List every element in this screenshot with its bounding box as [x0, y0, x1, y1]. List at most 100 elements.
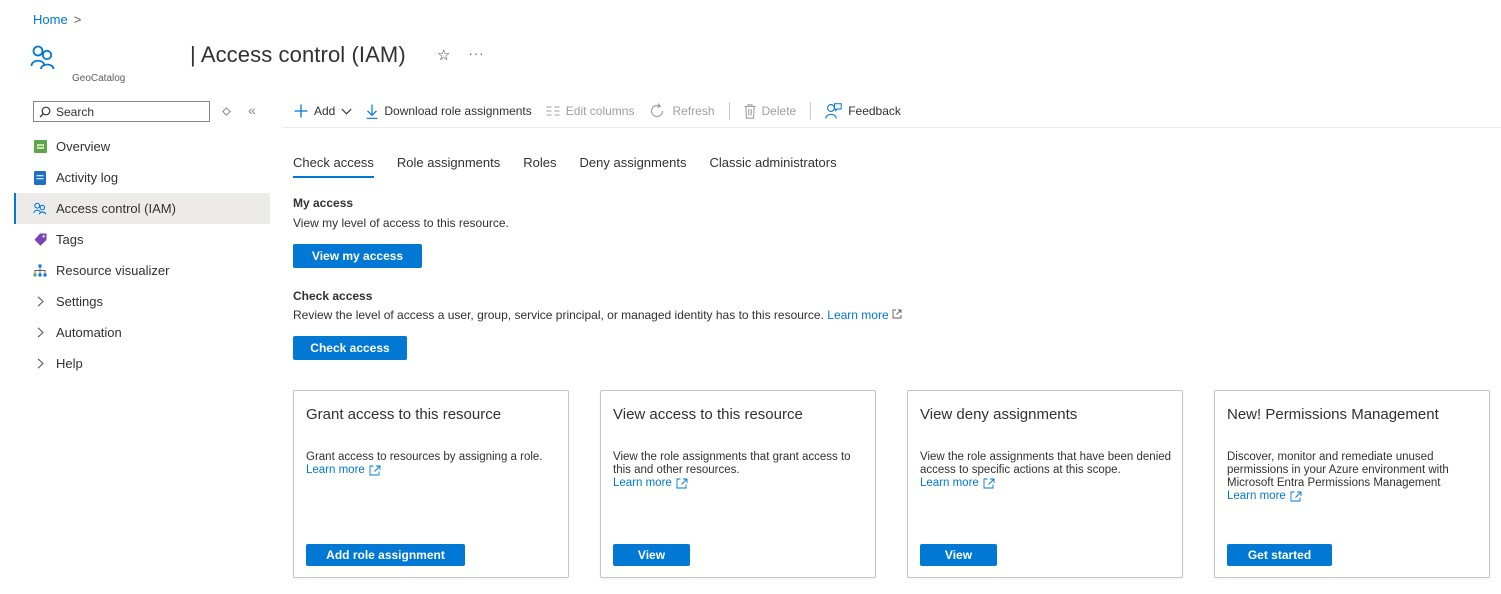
view-deny-assignments-button[interactable]: View: [920, 544, 997, 566]
edit-columns-icon: [546, 106, 560, 116]
tab-roles[interactable]: Roles: [523, 155, 556, 178]
sidebar-item-resource-visualizer[interactable]: Resource visualizer: [14, 255, 270, 286]
toolbar-separator: [810, 102, 812, 120]
sidebar-search-box[interactable]: [33, 101, 210, 122]
sidebar-item-label: Activity log: [56, 170, 119, 185]
card-title: View deny assignments: [920, 406, 1078, 423]
breadcrumb-home-link[interactable]: Home: [33, 12, 68, 27]
search-icon: [39, 106, 51, 117]
external-link-icon: [676, 478, 688, 489]
view-deny-assignments-card: View deny assignments View the role assi…: [907, 390, 1183, 578]
plus-icon: [294, 104, 308, 118]
sidebar-item-label: Help: [56, 356, 83, 371]
command-toolbar: Add Download role assignments Edit colum…: [294, 100, 915, 122]
resource-type-label: GeoCatalog: [72, 73, 126, 84]
sidebar-item-help[interactable]: Help: [14, 348, 270, 379]
sidebar-item-label: Settings: [56, 294, 103, 309]
tab-role-assignments[interactable]: Role assignments: [397, 155, 500, 178]
check-access-description-text: Review the level of access a user, group…: [293, 308, 824, 322]
card-description: View the role assignments that have been…: [920, 451, 1172, 476]
sidebar-item-label: Access control (IAM): [56, 201, 176, 216]
sidebar-item-automation[interactable]: Automation: [14, 317, 270, 348]
feedback-label: Feedback: [848, 104, 901, 118]
sidebar-nav: Overview Activity log Access control (IA…: [14, 131, 270, 379]
edit-columns-button[interactable]: Edit columns: [546, 104, 635, 118]
chevron-down-icon: [341, 108, 352, 115]
check-access-learn-more-link[interactable]: Learn more: [827, 308, 888, 322]
sidebar-item-overview[interactable]: Overview: [14, 131, 270, 162]
delete-button[interactable]: Delete: [744, 103, 796, 119]
card-learn-more-link[interactable]: Learn more: [306, 464, 381, 477]
feedback-icon: [825, 102, 842, 119]
sidebar-item-activity-log[interactable]: Activity log: [14, 162, 270, 193]
my-access-description: View my level of access to this resource…: [293, 216, 509, 230]
check-access-description: Review the level of access a user, group…: [293, 308, 902, 322]
toolbar-divider: [282, 127, 1501, 128]
feedback-button[interactable]: Feedback: [825, 102, 901, 120]
refresh-icon: [651, 103, 664, 118]
card-description: Discover, monitor and remediate unused p…: [1227, 451, 1449, 489]
download-role-assignments-button[interactable]: Download role assignments: [366, 104, 532, 119]
grant-access-card: Grant access to this resource Grant acce…: [293, 390, 569, 578]
breadcrumb-separator: >: [73, 12, 82, 27]
view-my-access-button[interactable]: View my access: [293, 244, 422, 268]
tag-icon: [33, 233, 47, 247]
sidebar-item-label: Tags: [56, 232, 84, 247]
refresh-label: Refresh: [672, 104, 715, 118]
view-access-button[interactable]: View: [613, 544, 690, 566]
external-link-icon: [892, 309, 902, 319]
iam-tabs: Check access Role assignments Roles Deny…: [293, 155, 837, 178]
collapse-sidebar-icon[interactable]: «: [248, 102, 256, 118]
overview-icon: [33, 140, 47, 154]
check-access-button[interactable]: Check access: [293, 336, 407, 360]
title-actions: ☆ ···: [437, 46, 484, 64]
get-started-button[interactable]: Get started: [1227, 544, 1332, 566]
sidebar-item-label: Overview: [56, 139, 111, 154]
card-learn-more-link[interactable]: Learn more: [613, 477, 688, 490]
toolbar-separator: [728, 102, 730, 120]
breadcrumb: Home >: [33, 12, 81, 27]
sidebar-item-label: Automation: [56, 325, 122, 340]
trash-icon: [744, 103, 756, 119]
my-access-heading: My access: [293, 196, 354, 210]
card-learn-more-link[interactable]: Learn more: [1227, 490, 1302, 503]
favorite-star-icon[interactable]: ☆: [437, 46, 450, 64]
chevron-right-icon: [33, 296, 47, 307]
chevron-right-icon: [33, 327, 47, 338]
card-learn-more-link[interactable]: Learn more: [920, 477, 995, 490]
sidebar-item-label: Resource visualizer: [56, 263, 170, 278]
card-description: View the role assignments that grant acc…: [613, 451, 851, 476]
tab-classic-administrators[interactable]: Classic administrators: [709, 155, 836, 178]
sidebar-search-input[interactable]: [56, 104, 196, 119]
download-icon: [366, 104, 378, 119]
sidebar-item-access-control[interactable]: Access control (IAM): [14, 193, 270, 224]
external-link-icon: [369, 465, 381, 476]
iam-people-icon: [30, 45, 55, 70]
chevron-right-icon: [33, 358, 47, 369]
card-body: Discover, monitor and remediate unused p…: [1227, 451, 1479, 503]
external-link-icon: [983, 478, 995, 489]
tab-deny-assignments[interactable]: Deny assignments: [580, 155, 687, 178]
download-button-label: Download role assignments: [384, 104, 532, 118]
sidebar-expand-diamond-icon[interactable]: [222, 107, 231, 116]
add-button[interactable]: Add: [294, 104, 352, 118]
refresh-button[interactable]: Refresh: [648, 102, 715, 120]
card-title: View access to this resource: [613, 406, 803, 423]
check-access-heading: Check access: [293, 289, 373, 303]
activity-log-icon: [33, 170, 47, 185]
iam-icon: [33, 202, 47, 216]
add-button-label: Add: [314, 104, 336, 118]
add-role-assignment-button[interactable]: Add role assignment: [306, 544, 465, 566]
edit-columns-label: Edit columns: [565, 104, 635, 118]
sidebar-item-tags[interactable]: Tags: [14, 224, 270, 255]
page-title: | Access control (IAM): [190, 42, 406, 67]
card-body: View the role assignments that have been…: [920, 451, 1172, 490]
visualizer-icon: [33, 264, 47, 278]
permissions-management-card: New! Permissions Management Discover, mo…: [1214, 390, 1490, 578]
more-options-icon[interactable]: ···: [468, 46, 484, 64]
sidebar-item-settings[interactable]: Settings: [14, 286, 270, 317]
tab-check-access[interactable]: Check access: [293, 155, 374, 178]
external-link-icon: [1290, 491, 1302, 502]
card-title: New! Permissions Management: [1227, 406, 1439, 423]
card-title: Grant access to this resource: [306, 406, 502, 423]
